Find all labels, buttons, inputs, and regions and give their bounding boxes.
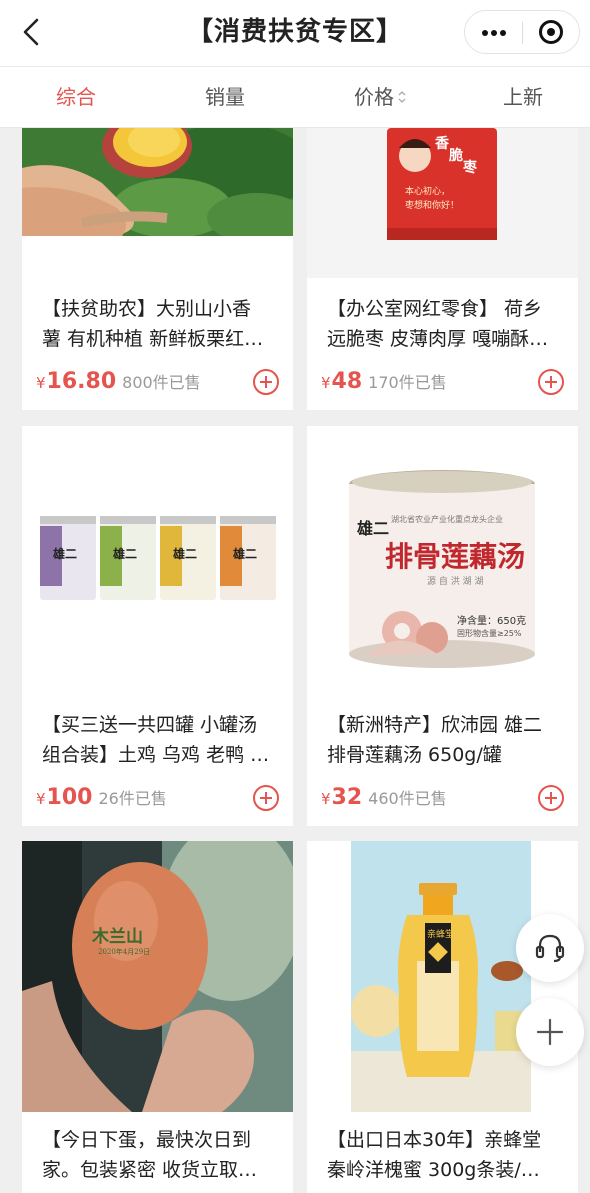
product-name: 【办公室网红零食】 荷乡 远脆枣 皮薄肉厚 嘎嘣酥…	[327, 298, 549, 350]
product-image-sweet-potato	[22, 128, 293, 236]
svg-text:源 自 洪 湖 湖: 源 自 洪 湖 湖	[427, 575, 483, 587]
headset-icon	[535, 934, 565, 963]
svg-text:雄二: 雄二	[232, 546, 257, 561]
product-price: ¥16.80 800件已售	[36, 369, 201, 394]
product-price: ¥48 170件已售	[321, 369, 447, 394]
tab-comprehensive[interactable]: 综合	[56, 67, 96, 127]
product-card[interactable]: 雄二 雄二 雄二 雄二 【买三送一共四罐 小罐汤 组合装】土鸡 乌鸡 老鸭 … …	[22, 426, 293, 826]
svg-text:湖北省农业产业化重点龙头企业: 湖北省农业产业化重点龙头企业	[391, 514, 503, 524]
svg-text:雄二: 雄二	[112, 546, 137, 561]
product-card[interactable]: 木兰山 2020年4月29日 【今日下蛋，最快次日到 家。包装紧密 收货立取…	[22, 841, 293, 1193]
product-image-soup-cans: 雄二 雄二 雄二 雄二	[22, 426, 293, 697]
tab-new[interactable]: 上新	[503, 67, 543, 127]
mini-program-capsule	[464, 10, 580, 54]
sold-count: 460件已售	[368, 789, 447, 808]
svg-text:枣: 枣	[462, 159, 478, 176]
floating-add-button[interactable]	[516, 998, 584, 1066]
svg-text:排骨莲藕汤: 排骨莲藕汤	[385, 540, 525, 573]
product-card[interactable]: 香 脆 枣 本心初心， 枣想和你好！ 【办公室网红零食】 荷乡 远脆枣 皮薄肉厚…	[307, 128, 578, 410]
sold-count: 26件已售	[98, 789, 167, 808]
close-button[interactable]	[523, 11, 579, 53]
product-image-lotus-soup-can: 湖北省农业产业化重点龙头企业 雄二 排骨莲藕汤 源 自 洪 湖 湖 净含量：65…	[307, 426, 578, 697]
more-button[interactable]	[465, 11, 522, 53]
sort-bar: 综合 销量 价格 上新	[0, 66, 590, 128]
svg-text:雄二: 雄二	[356, 519, 389, 538]
sold-count: 170件已售	[368, 373, 447, 392]
product-name: 【买三送一共四罐 小罐汤 组合装】土鸡 乌鸡 老鸭 …	[42, 714, 270, 766]
svg-text:木兰山: 木兰山	[91, 926, 143, 947]
svg-text:枣想和你好！: 枣想和你好！	[405, 199, 459, 211]
product-price: ¥32 460件已售	[321, 785, 447, 810]
add-to-cart-button[interactable]	[253, 369, 279, 395]
svg-text:固形物含量≥25%: 固形物含量≥25%	[457, 628, 522, 638]
product-price: ¥100 26件已售	[36, 785, 167, 810]
svg-text:雄二: 雄二	[52, 546, 77, 561]
product-image-jujube-bag: 香 脆 枣 本心初心， 枣想和你好！	[307, 128, 578, 278]
product-card[interactable]: 【扶贫助农】大别山小香 薯 有机种植 新鲜板栗红… ¥16.80 800件已售	[22, 128, 293, 410]
tab-price[interactable]: 价格	[354, 67, 406, 127]
product-name: 【扶贫助农】大别山小香 薯 有机种植 新鲜板栗红…	[42, 298, 264, 350]
nav-header: 【消费扶贫专区】	[0, 0, 590, 66]
add-to-cart-button[interactable]	[538, 369, 564, 395]
sold-count: 800件已售	[122, 373, 201, 392]
sort-arrows-icon	[398, 90, 406, 103]
add-to-cart-button[interactable]	[253, 785, 279, 811]
svg-text:雄二: 雄二	[172, 546, 197, 561]
close-circle-icon	[539, 20, 563, 44]
svg-text:净含量：650克: 净含量：650克	[457, 614, 526, 627]
plus-icon	[536, 1018, 564, 1046]
product-name: 【今日下蛋，最快次日到 家。包装紧密 收货立取…	[42, 1129, 258, 1181]
svg-text:本心初心，: 本心初心，	[405, 185, 450, 197]
svg-text:亲蜂堂: 亲蜂堂	[427, 928, 454, 940]
tab-sales[interactable]: 销量	[205, 67, 245, 127]
product-card[interactable]: 湖北省农业产业化重点龙头企业 雄二 排骨莲藕汤 源 自 洪 湖 湖 净含量：65…	[307, 426, 578, 826]
product-name: 【出口日本30年】亲蜂堂 秦岭洋槐蜜 300g条装/…	[327, 1129, 542, 1181]
svg-text:脆: 脆	[448, 147, 463, 164]
add-to-cart-button[interactable]	[538, 785, 564, 811]
svg-text:香: 香	[434, 135, 450, 152]
svg-text:2020年4月29日: 2020年4月29日	[98, 947, 150, 956]
product-image-egg: 木兰山 2020年4月29日	[22, 841, 293, 1112]
customer-service-button[interactable]	[516, 914, 584, 982]
product-name: 【新洲特产】欣沛园 雄二 排骨莲藕汤 650g/罐	[327, 714, 543, 766]
